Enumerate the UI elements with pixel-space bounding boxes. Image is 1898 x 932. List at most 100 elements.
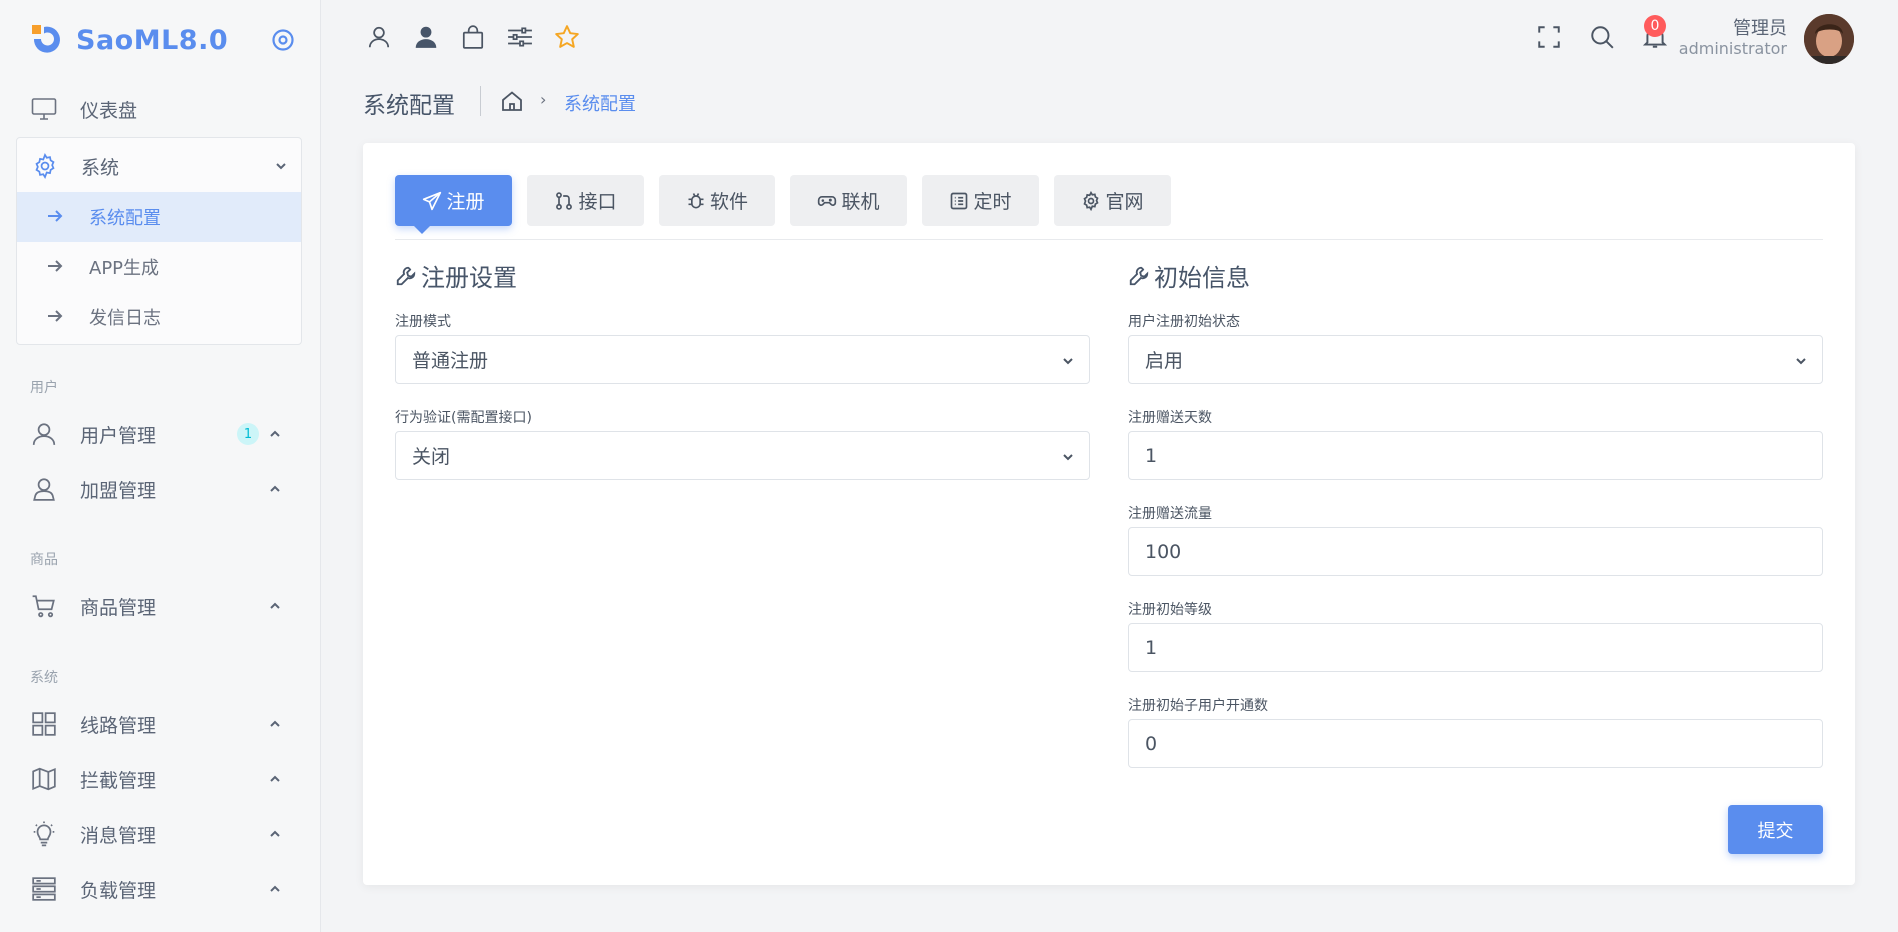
list-icon — [949, 191, 969, 211]
register-mode-select[interactable]: 普通注册 — [395, 335, 1090, 384]
sidebar-subitem-send-log[interactable]: 发信日志 — [17, 292, 301, 342]
top-header — [322, 0, 1898, 78]
sidebar-section-product: 商品 — [30, 552, 58, 568]
user-filled-icon[interactable] — [413, 24, 439, 50]
section-register-settings: 注册设置 — [395, 258, 517, 293]
sidebar-item-route-management[interactable]: 线路管理 — [30, 704, 295, 744]
sidebar-item-franchise-management[interactable]: 加盟管理 — [30, 469, 295, 509]
sidebar: SaoML8.0 仪表盘 系统 系统配置 APP生成 发信日志 用户 用户管理 … — [0, 0, 321, 932]
chevron-up-icon — [270, 430, 280, 437]
arrow-right-icon — [47, 307, 65, 328]
arrow-right-icon — [47, 207, 65, 228]
sliders-icon[interactable] — [507, 24, 533, 50]
tab-interface[interactable]: 接口 — [527, 175, 644, 226]
tab-label: 软件 — [709, 191, 748, 213]
sidebar-subitem-system-config[interactable]: 系统配置 — [17, 192, 301, 242]
sidebar-item-user-management[interactable]: 用户管理 1 — [30, 414, 295, 454]
initial-status-select[interactable]: 启用 — [1128, 335, 1823, 384]
select-value: 关闭 — [412, 446, 451, 468]
select-value: 普通注册 — [412, 350, 489, 372]
cart-icon — [30, 592, 58, 620]
section-title: 初始信息 — [1154, 264, 1250, 292]
wrench-icon — [1129, 266, 1149, 285]
gamepad-icon — [817, 191, 837, 211]
user-name: 管理员 — [1733, 18, 1787, 39]
page-title: 系统配置 — [363, 93, 455, 119]
grid-icon — [30, 710, 58, 738]
sidebar-item-label: 消息管理 — [80, 824, 157, 847]
git-pull-request-icon — [554, 191, 574, 211]
chevron-up-icon — [270, 885, 280, 892]
user-count-badge: 1 — [237, 423, 259, 445]
sidebar-subitem-app-generate[interactable]: APP生成 — [17, 242, 301, 292]
notification-badge: 0 — [1644, 15, 1666, 37]
chevron-down-icon — [1063, 358, 1073, 365]
sidebar-item-label: 加盟管理 — [80, 479, 157, 502]
chevron-up-icon — [270, 720, 280, 727]
user-icon — [30, 420, 58, 448]
tab-online[interactable]: 联机 — [790, 175, 907, 226]
wrench-icon — [396, 266, 416, 285]
behavior-verify-select[interactable]: 关闭 — [395, 431, 1090, 480]
initial-level-input[interactable] — [1128, 623, 1823, 672]
initial-subusers-input[interactable] — [1128, 719, 1823, 768]
section-initial-info: 初始信息 — [1128, 258, 1250, 293]
server-icon — [30, 875, 58, 903]
tab-label: 接口 — [578, 191, 617, 213]
sidebar-item-label: 线路管理 — [80, 714, 157, 737]
brand-logo-row[interactable]: SaoML8.0 — [30, 20, 295, 60]
gift-traffic-input[interactable] — [1128, 527, 1823, 576]
sidebar-subitem-label: APP生成 — [89, 258, 160, 279]
sidebar-item-label: 拦截管理 — [80, 769, 157, 792]
tab-register[interactable]: 注册 — [395, 175, 512, 226]
arrow-right-icon — [47, 257, 65, 278]
chevron-up-icon — [270, 485, 280, 492]
sidebar-item-message-management[interactable]: 消息管理 — [30, 814, 295, 854]
paper-plane-icon — [422, 191, 442, 211]
chevron-up-icon — [270, 775, 280, 782]
sidebar-item-label: 用户管理 — [80, 424, 157, 447]
user-role: administrator — [1678, 39, 1787, 58]
initial-status-label: 用户注册初始状态 — [1128, 314, 1240, 330]
sidebar-toggle-icon[interactable] — [271, 28, 295, 52]
gift-days-label: 注册赠送天数 — [1128, 410, 1212, 426]
tab-label: 官网 — [1105, 191, 1144, 213]
sidebar-item-system[interactable]: 系统 — [31, 146, 289, 186]
select-value: 启用 — [1145, 350, 1184, 372]
sidebar-subitem-label: 系统配置 — [89, 208, 161, 229]
tabs-divider — [395, 239, 1823, 240]
tab-label: 联机 — [841, 191, 880, 213]
settings-card: 注册 接口 软件 联机 定时 官网 注册设置 注册模式 普通注册 行为验证(需配… — [363, 143, 1855, 885]
sidebar-section-user: 用户 — [30, 380, 58, 396]
shopping-bag-icon[interactable] — [460, 24, 486, 50]
sidebar-item-load-management[interactable]: 负载管理 — [30, 869, 295, 909]
chevron-down-icon — [276, 163, 286, 170]
initial-level-label: 注册初始等级 — [1128, 602, 1212, 618]
sidebar-item-dashboard[interactable]: 仪表盘 — [30, 89, 295, 129]
chevron-down-icon — [1063, 454, 1073, 461]
sidebar-item-intercept-management[interactable]: 拦截管理 — [30, 759, 295, 799]
tab-label: 注册 — [446, 191, 485, 213]
register-mode-label: 注册模式 — [395, 314, 451, 330]
brand-name: SaoML8.0 — [76, 24, 229, 56]
lightbulb-icon — [30, 820, 58, 848]
search-icon[interactable] — [1589, 24, 1615, 50]
breadcrumb-separator: › — [540, 90, 547, 109]
user-outline-icon — [30, 475, 58, 503]
avatar[interactable] — [1804, 14, 1854, 64]
tab-software[interactable]: 软件 — [659, 175, 775, 226]
sidebar-item-label: 仪表盘 — [80, 99, 138, 122]
gift-days-input[interactable] — [1128, 431, 1823, 480]
tab-schedule[interactable]: 定时 — [922, 175, 1039, 226]
submit-button[interactable]: 提交 — [1728, 805, 1823, 854]
star-icon[interactable] — [554, 24, 580, 50]
home-icon[interactable] — [500, 89, 524, 113]
map-icon — [30, 765, 58, 793]
fullscreen-icon[interactable] — [1536, 24, 1562, 50]
sidebar-item-product-management[interactable]: 商品管理 — [30, 586, 295, 626]
gear-icon — [1081, 190, 1101, 211]
breadcrumb-current[interactable]: 系统配置 — [564, 90, 636, 116]
user-outline-icon[interactable] — [366, 24, 392, 50]
behavior-verify-label: 行为验证(需配置接口) — [395, 410, 532, 426]
tab-website[interactable]: 官网 — [1054, 175, 1171, 226]
